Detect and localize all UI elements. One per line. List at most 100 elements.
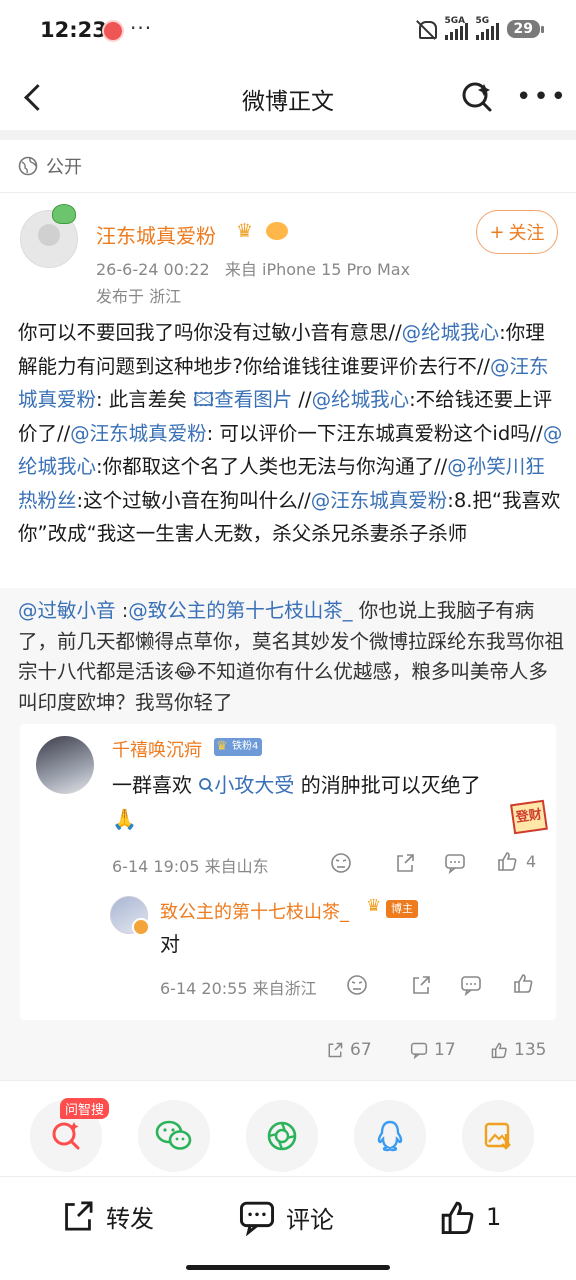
share-wechat-button[interactable] bbox=[138, 1100, 210, 1172]
wechat-icon bbox=[155, 1120, 192, 1150]
reply-author-name[interactable]: 致公主的第十七枝山茶_ bbox=[160, 898, 349, 924]
repost-count-button[interactable]: 67 bbox=[326, 1040, 372, 1060]
save-image-icon bbox=[484, 1122, 511, 1150]
repost-label: 转发 bbox=[106, 1204, 154, 1233]
mention-link[interactable]: @过敏小音 bbox=[18, 599, 116, 622]
post-source: 来自 iPhone 15 Pro Max bbox=[224, 260, 411, 279]
more-icon[interactable]: ••• bbox=[516, 84, 568, 110]
text-segment: : 此言差矣 bbox=[96, 388, 193, 411]
retweet-text: @过敏小音 :@致公主的第十七枝山茶_ 你也说上我脑子有病了，前几天都懒得点草你… bbox=[18, 596, 564, 718]
mention-link[interactable]: @纶城我心 bbox=[402, 321, 500, 344]
view-image-label: 查看图片 bbox=[214, 388, 293, 411]
ask-search-tag: 问智搜 bbox=[60, 1098, 110, 1119]
dislike-icon[interactable] bbox=[330, 852, 352, 878]
author-name[interactable]: 汪东城真爱粉 bbox=[96, 220, 216, 249]
divider bbox=[0, 1080, 576, 1081]
visibility-row: 公开 bbox=[18, 150, 82, 182]
post-location: 发布于 浙江 bbox=[96, 287, 182, 306]
app-notification-icon bbox=[102, 20, 124, 42]
text-segment: // bbox=[292, 388, 312, 411]
home-indicator[interactable] bbox=[186, 1265, 390, 1270]
repost-button[interactable]: 转发 bbox=[60, 1198, 154, 1234]
text-segment: :这个过敏小音在狗叫什么// bbox=[76, 488, 311, 512]
comment-button[interactable]: 评论 bbox=[238, 1198, 334, 1236]
text-segment: : bbox=[115, 599, 129, 622]
like-icon bbox=[491, 1042, 507, 1059]
comment-source: 来自山东 bbox=[204, 857, 269, 876]
network-label-1: 5GA bbox=[444, 16, 466, 26]
comment-time: 6-14 19:05 bbox=[112, 857, 200, 876]
plus-icon: + bbox=[489, 221, 505, 243]
image-icon: 🖾 bbox=[192, 388, 215, 411]
comment-icon[interactable] bbox=[460, 974, 482, 1000]
status-bar: 12:23 ··· 5GA 5G 29 bbox=[0, 0, 576, 64]
repost-icon bbox=[65, 1201, 93, 1231]
text-segment: 一群喜欢 bbox=[112, 773, 199, 797]
globe-icon bbox=[18, 156, 38, 176]
like-count: 4 bbox=[526, 851, 537, 871]
reply-time: 6-14 20:55 bbox=[160, 979, 248, 998]
divider bbox=[0, 192, 576, 193]
view-image-link[interactable]: 🖾查看图片 bbox=[193, 388, 292, 411]
like-button[interactable]: 1 bbox=[438, 1198, 501, 1236]
share-qq-button[interactable] bbox=[354, 1100, 426, 1172]
repost-icon[interactable] bbox=[394, 852, 416, 878]
mention-link[interactable]: @纶城我心 bbox=[312, 388, 410, 411]
frog-decoration-icon bbox=[52, 204, 76, 224]
crown-badge-icon: ♛ bbox=[236, 220, 254, 242]
search-ai-icon[interactable] bbox=[460, 80, 494, 114]
topic-label: 小攻大受 bbox=[214, 773, 295, 797]
avatar[interactable] bbox=[36, 736, 94, 794]
divider bbox=[0, 1176, 576, 1177]
text-segment: 你可以不要回我了吗你没有过敏小音有意思// bbox=[18, 321, 402, 344]
repost-icon[interactable] bbox=[410, 974, 432, 1000]
mention-link[interactable]: @汪东城真爱粉 bbox=[70, 422, 207, 445]
status-right: 5GA 5G 29 bbox=[415, 16, 545, 40]
text-segment: 的消肿批可以灭绝了 bbox=[294, 773, 481, 797]
avatar[interactable] bbox=[110, 896, 150, 936]
like-icon[interactable] bbox=[512, 972, 534, 998]
like-count: 135 bbox=[514, 1040, 547, 1060]
comment-text: 一群喜欢 小攻大受 的消肿批可以灭绝了 🙏 bbox=[112, 768, 532, 836]
nav-bar: 微博正文 ••• bbox=[0, 64, 576, 130]
comment-meta: 6-14 19:05 来自山东 bbox=[112, 853, 269, 877]
post-time: 26-6-24 00:22 bbox=[96, 260, 210, 279]
post-body: 你可以不要回我了吗你没有过敏小音有意思//@纶城我心:你理解能力有问题到这种地步… bbox=[18, 316, 564, 551]
search-ai-icon bbox=[52, 1122, 80, 1150]
divider bbox=[0, 130, 576, 140]
fish-sticker-icon bbox=[266, 222, 288, 240]
moments-icon bbox=[267, 1121, 297, 1151]
laugh-emoji-icon: 😂 bbox=[174, 660, 197, 683]
fan-badge: 铁粉4 bbox=[214, 738, 263, 756]
like-button[interactable]: 4 bbox=[496, 850, 536, 872]
commenter-name[interactable]: 千禧唤沉疴 bbox=[112, 736, 202, 762]
comment-label: 评论 bbox=[286, 1205, 334, 1234]
like-count: 1 bbox=[486, 1203, 502, 1231]
dislike-icon[interactable] bbox=[346, 974, 368, 1000]
pray-emoji-icon: 🙏 bbox=[112, 807, 137, 831]
follow-button[interactable]: + 关注 bbox=[476, 210, 558, 254]
like-count-button[interactable]: 135 bbox=[490, 1040, 546, 1060]
network-label-2: 5G bbox=[475, 16, 490, 26]
reply-source: 来自浙江 bbox=[252, 979, 317, 998]
follow-label: 关注 bbox=[508, 223, 545, 244]
mention-link[interactable]: @致公主的第十七枝山茶_ bbox=[128, 599, 352, 622]
comment-icon[interactable] bbox=[444, 852, 466, 878]
reply-meta: 6-14 20:55 来自浙江 bbox=[160, 975, 317, 999]
search-icon bbox=[199, 778, 214, 793]
qq-icon bbox=[377, 1120, 403, 1152]
mention-link[interactable]: @汪东城真爱粉 bbox=[311, 489, 448, 512]
crown-badge-icon: ♛ bbox=[366, 896, 382, 916]
share-moments-button[interactable] bbox=[246, 1100, 318, 1172]
like-icon bbox=[498, 852, 517, 871]
text-segment: : 可以评价一下汪东城真爱粉这个id吗// bbox=[206, 421, 543, 445]
repost-icon bbox=[328, 1042, 343, 1058]
like-icon bbox=[441, 1201, 474, 1235]
text-segment: :你都取这个名了人类也无法与你沟通了// bbox=[96, 455, 448, 478]
signal-5g-icon: 5G bbox=[475, 16, 499, 40]
comment-icon bbox=[239, 1201, 275, 1236]
status-time: 12:23 bbox=[40, 18, 107, 42]
share-save-image-button[interactable] bbox=[462, 1100, 534, 1172]
topic-link[interactable]: 小攻大受 bbox=[198, 773, 294, 797]
comment-count-button[interactable]: 17 bbox=[410, 1040, 456, 1060]
